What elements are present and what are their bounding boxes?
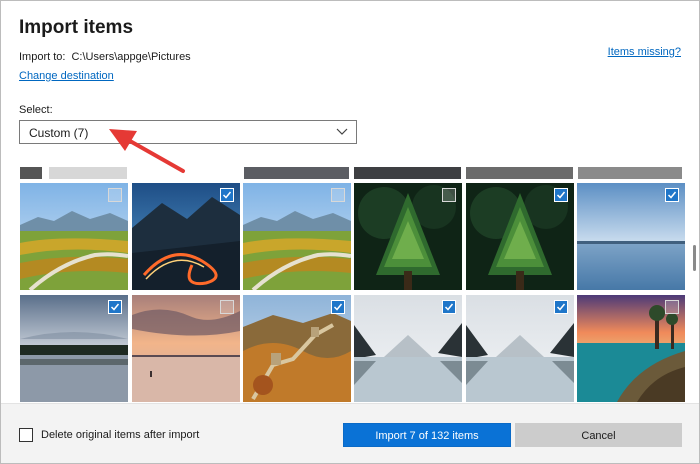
import-dialog: Import items Import to: C:\Users\appge\Pi… — [0, 0, 700, 464]
photo-tile[interactable] — [132, 183, 240, 290]
photo-tile[interactable] — [466, 295, 574, 402]
photo-tile[interactable] — [20, 295, 128, 402]
partial-photo-strip — [578, 167, 682, 179]
partial-photo-strip — [49, 167, 127, 179]
photo-tile[interactable] — [466, 183, 574, 290]
photo-tile[interactable] — [354, 183, 462, 290]
partial-photo-strip — [466, 167, 573, 179]
photo-checkbox[interactable] — [442, 188, 456, 202]
photo-tile[interactable] — [243, 183, 351, 290]
photo-tile[interactable] — [243, 295, 351, 402]
photo-checkbox[interactable] — [108, 300, 122, 314]
delete-originals-checkbox[interactable] — [19, 428, 33, 442]
photo-tile[interactable] — [577, 295, 685, 402]
checkmark-icon — [667, 191, 677, 199]
chevron-down-icon — [336, 128, 348, 135]
items-missing-link[interactable]: Items missing? — [608, 46, 681, 58]
checkmark-icon — [556, 191, 566, 199]
dialog-title: Import items — [19, 17, 134, 38]
cancel-button[interactable]: Cancel — [515, 423, 682, 447]
photo-tile[interactable] — [577, 183, 685, 290]
partial-photo-strip — [244, 167, 349, 179]
checkmark-icon — [444, 303, 454, 311]
photo-grid — [1, 167, 699, 403]
photo-tile[interactable] — [20, 183, 128, 290]
delete-originals-label: Delete original items after import — [41, 429, 200, 441]
photo-checkbox[interactable] — [442, 300, 456, 314]
import-to-label: Import to: — [19, 51, 66, 63]
photo-checkbox[interactable] — [220, 300, 234, 314]
checkmark-icon — [556, 303, 566, 311]
photo-checkbox[interactable] — [554, 300, 568, 314]
photo-checkbox[interactable] — [108, 188, 122, 202]
import-button[interactable]: Import 7 of 132 items — [343, 423, 511, 447]
change-destination-link[interactable]: Change destination — [19, 70, 114, 82]
import-to-row: Import to: C:\Users\appge\Pictures — [19, 51, 191, 63]
partial-photo-strip — [354, 167, 461, 179]
photo-tile[interactable] — [132, 295, 240, 402]
partial-photo-strip — [20, 167, 42, 179]
photo-checkbox[interactable] — [220, 188, 234, 202]
photo-checkbox[interactable] — [665, 300, 679, 314]
checkmark-icon — [222, 191, 232, 199]
checkmark-icon — [110, 303, 120, 311]
scrollbar[interactable] — [693, 245, 696, 271]
photo-checkbox[interactable] — [331, 188, 345, 202]
checkmark-icon — [333, 303, 343, 311]
photo-checkbox[interactable] — [554, 188, 568, 202]
dialog-footer: Delete original items after import Impor… — [1, 403, 699, 463]
select-value: Custom (7) — [29, 126, 89, 140]
select-label: Select: — [19, 104, 53, 116]
photo-checkbox[interactable] — [665, 188, 679, 202]
photo-tile[interactable] — [354, 295, 462, 402]
import-path: C:\Users\appge\Pictures — [71, 51, 191, 63]
photo-checkbox[interactable] — [331, 300, 345, 314]
